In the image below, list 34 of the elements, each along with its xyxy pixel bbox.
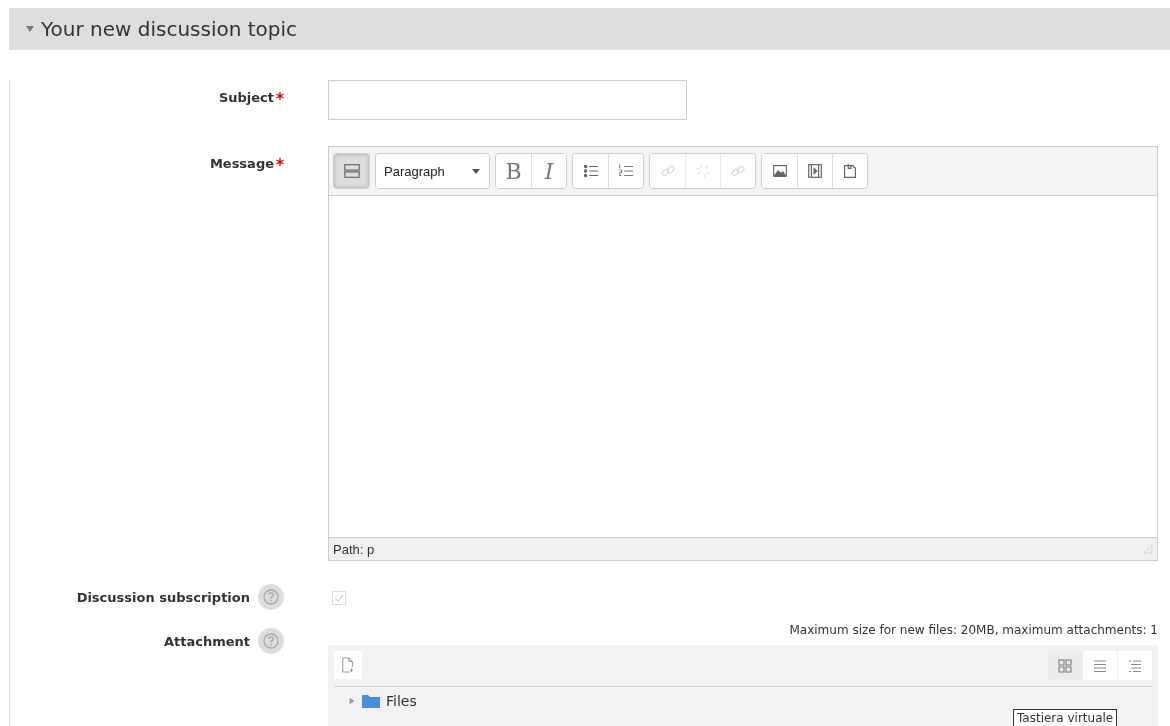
subscription-label: Discussion subscription — [76, 589, 250, 605]
caret-icon — [471, 166, 481, 176]
details-view-icon — [1092, 657, 1108, 674]
element-path: Path: p — [333, 541, 375, 557]
add-file-icon — [341, 657, 355, 673]
tooltip: Tastiera virtuale — [1013, 709, 1118, 726]
tree-view-button[interactable] — [1117, 651, 1152, 680]
subject-field[interactable] — [328, 80, 687, 120]
paste-button[interactable] — [832, 154, 867, 188]
attachment-label: Attachment — [163, 633, 250, 649]
section-title: Your new discussion topic — [41, 17, 298, 41]
help-icon[interactable] — [258, 628, 284, 654]
keyboard-button[interactable] — [334, 154, 369, 188]
media-icon — [806, 162, 824, 180]
image-icon — [770, 162, 789, 180]
paragraph-dropdown[interactable]: Paragraph — [376, 154, 489, 188]
expand-caret-icon[interactable] — [348, 697, 356, 705]
italic-button[interactable]: I — [531, 154, 566, 188]
resize-grip-icon[interactable] — [1143, 544, 1153, 554]
icons-view-icon — [1057, 657, 1073, 674]
checkmark-icon — [333, 592, 345, 604]
folder-icon — [362, 694, 380, 708]
tree-view-icon — [1127, 657, 1143, 674]
bullets-icon — [581, 162, 600, 180]
paste-icon — [841, 162, 859, 180]
add-file-button[interactable] — [334, 651, 362, 679]
icons-view-button[interactable] — [1047, 651, 1082, 680]
subject-label: Subject — [218, 90, 274, 105]
folder-tree-item[interactable]: Files — [348, 693, 1152, 709]
keyboard-icon — [342, 162, 361, 180]
message-label: Message — [209, 156, 274, 171]
section-header[interactable]: Your new discussion topic — [9, 8, 1170, 50]
file-limits-note: Maximum size for new files: 20MB, maximum attachments: 1 — [789, 623, 1158, 637]
numbers-button[interactable] — [608, 154, 643, 188]
